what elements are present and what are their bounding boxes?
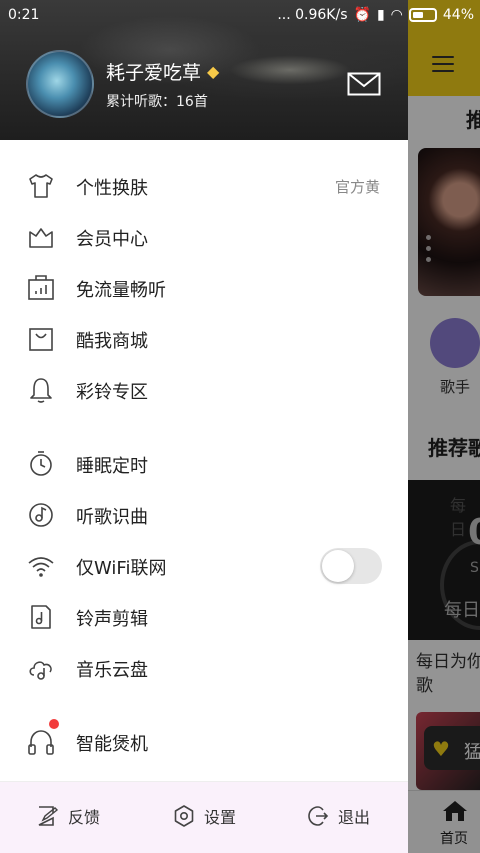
battery-icon [408,8,437,22]
status-time: 0:21 [8,7,40,23]
menu-item-shop[interactable]: 酷我商城 [0,313,408,364]
menu-item-sleep-timer[interactable]: 睡眠定时 [0,438,408,489]
ringtone-edit-icon [31,605,51,629]
menu-item-free-data[interactable]: 免流量畅听 [0,262,408,313]
wifi-icon [28,557,54,577]
menu-item-label: 音乐云盘 [76,660,148,681]
menu-item-label: 免流量畅听 [76,280,166,301]
timer-icon [30,451,52,476]
wifi-only-toggle[interactable] [320,548,382,584]
settings-label: 设置 [204,808,237,827]
menu-item-label: 铃声剪辑 [76,609,148,630]
sim-card-icon [28,275,54,300]
toggle-knob [322,550,354,582]
username[interactable]: 耗子爱吃草 [106,58,201,85]
feedback-button[interactable]: 反馈 [36,804,100,828]
navigation-drawer: 耗子爱吃草 ◆ 累计听歌：16首 个性换肤 官方黄 会员中心 免流量畅听 酷我商… [0,0,408,853]
username-row[interactable]: 耗子爱吃草 ◆ [106,58,219,85]
battery-percent: 44% [442,7,474,23]
crown-icon [29,228,53,248]
drawer-footer: 反馈 设置 退出 [0,781,408,853]
avatar[interactable] [26,50,94,118]
bell-icon [30,378,52,403]
menu-item-label: 仅WiFi联网 [76,558,167,579]
logout-button[interactable]: 退出 [306,804,370,828]
notification-dot [49,719,59,729]
headphones-icon [28,730,54,755]
menu-item-label: 听歌识曲 [76,507,148,528]
menu-item-label: 酷我商城 [76,331,148,352]
menu-item-label: 个性换肤 [76,178,148,199]
settings-button[interactable]: 设置 [172,804,236,828]
status-icons: ... 0.96K/s ⏰ ▮ ◠ 44% [277,7,474,23]
menu-item-song-recognition[interactable]: 听歌识曲 [0,489,408,540]
menu-item-label: 智能煲机 [76,734,148,755]
status-bar: 0:21 ... 0.96K/s ⏰ ▮ ◠ 44% [0,0,480,32]
menu-item-ringtone-edit[interactable]: 铃声剪辑 [0,591,408,642]
feedback-icon [38,806,59,826]
menu-item-label: 会员中心 [76,229,148,250]
menu-item-ringback[interactable]: 彩铃专区 [0,364,408,415]
cloud-music-icon [29,661,52,680]
feedback-label: 反馈 [68,808,101,827]
vip-diamond-icon[interactable]: ◆ [207,62,219,81]
menu-item-wifi-only[interactable]: 仅WiFi联网 [0,540,408,591]
alarm-icon: ⏰ [353,7,371,23]
menu-item-cloud-drive[interactable]: 音乐云盘 [0,642,408,693]
network-speed: ... 0.96K/s [277,7,348,23]
menu-item-skin[interactable]: 个性换肤 官方黄 [0,160,408,211]
signal-icon: ▮ [376,7,385,23]
music-recognition-icon [29,503,53,527]
drawer-scrim[interactable] [408,0,480,853]
menu-item-label: 彩铃专区 [76,382,148,403]
wifi-status-icon: ◠ [390,7,403,23]
shopping-bag-icon [29,328,53,351]
shirt-icon [29,174,53,198]
menu-item-vip-center[interactable]: 会员中心 [0,211,408,262]
logout-icon [308,806,329,826]
logout-label: 退出 [338,808,371,827]
listen-count: 累计听歌：16首 [106,94,208,110]
mail-icon[interactable] [347,72,381,96]
drawer-menu: 个性换肤 官方黄 会员中心 免流量畅听 酷我商城 彩铃专区 睡眠定时 听歌识曲 … [0,160,408,767]
gear-icon [174,805,194,827]
menu-item-label: 睡眠定时 [76,456,148,477]
menu-item-smart-burn-in[interactable]: 智能煲机 [0,716,408,767]
current-skin-value: 官方黄 [334,178,380,196]
